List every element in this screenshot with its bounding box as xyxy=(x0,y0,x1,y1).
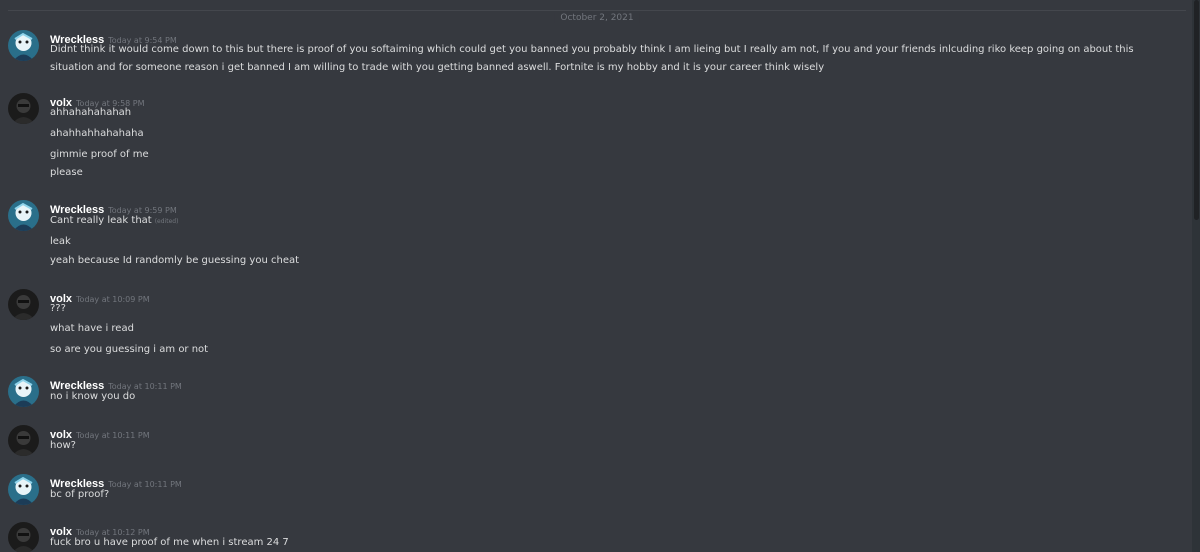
scrollbar-track[interactable] xyxy=(1192,0,1200,552)
message-text: how? xyxy=(50,440,76,451)
message-text: ??? xyxy=(50,303,66,314)
wreckless-avatar-icon[interactable] xyxy=(8,30,39,61)
date-divider-label: October 2, 2021 xyxy=(554,13,640,23)
message-text: what have i read xyxy=(50,323,134,334)
volx-avatar-icon[interactable] xyxy=(8,425,39,456)
wreckless-avatar-icon[interactable] xyxy=(8,474,39,505)
message-text-content: Cant really leak that xyxy=(50,215,152,226)
message-text: ahahhahhahahaha xyxy=(50,128,144,139)
message-text: fuck bro u have proof of me when i strea… xyxy=(50,537,289,548)
volx-avatar-icon[interactable] xyxy=(8,289,39,320)
message-text: so are you guessing i am or not xyxy=(50,344,209,355)
message-text: situation and for someone reason i get b… xyxy=(50,62,825,73)
scrollbar-thumb[interactable] xyxy=(1194,0,1199,220)
message-text: no i know you do xyxy=(50,391,136,402)
date-divider: October 2, 2021 xyxy=(8,10,1186,23)
message-text: yeah because Id randomly be guessing you… xyxy=(50,255,300,266)
chat-messages-area: October 2, 2021 Wreckless Today at 9:54 P… xyxy=(0,0,1200,552)
message-text: leak xyxy=(50,236,71,247)
message-text: Didnt think it would come down to this b… xyxy=(50,44,1134,55)
volx-avatar-icon[interactable] xyxy=(8,522,39,552)
message-text: Cant really leak that (edited) xyxy=(50,213,1180,229)
message-text: gimmie proof of me xyxy=(50,149,149,160)
wreckless-avatar-icon[interactable] xyxy=(8,376,39,407)
volx-avatar-icon[interactable] xyxy=(8,93,39,124)
message-text: please xyxy=(50,167,83,178)
message-text: ahhahahahahah xyxy=(50,107,132,118)
message-text: bc of proof? xyxy=(50,489,110,500)
wreckless-avatar-icon[interactable] xyxy=(8,200,39,231)
edited-label: (edited) xyxy=(154,218,179,225)
